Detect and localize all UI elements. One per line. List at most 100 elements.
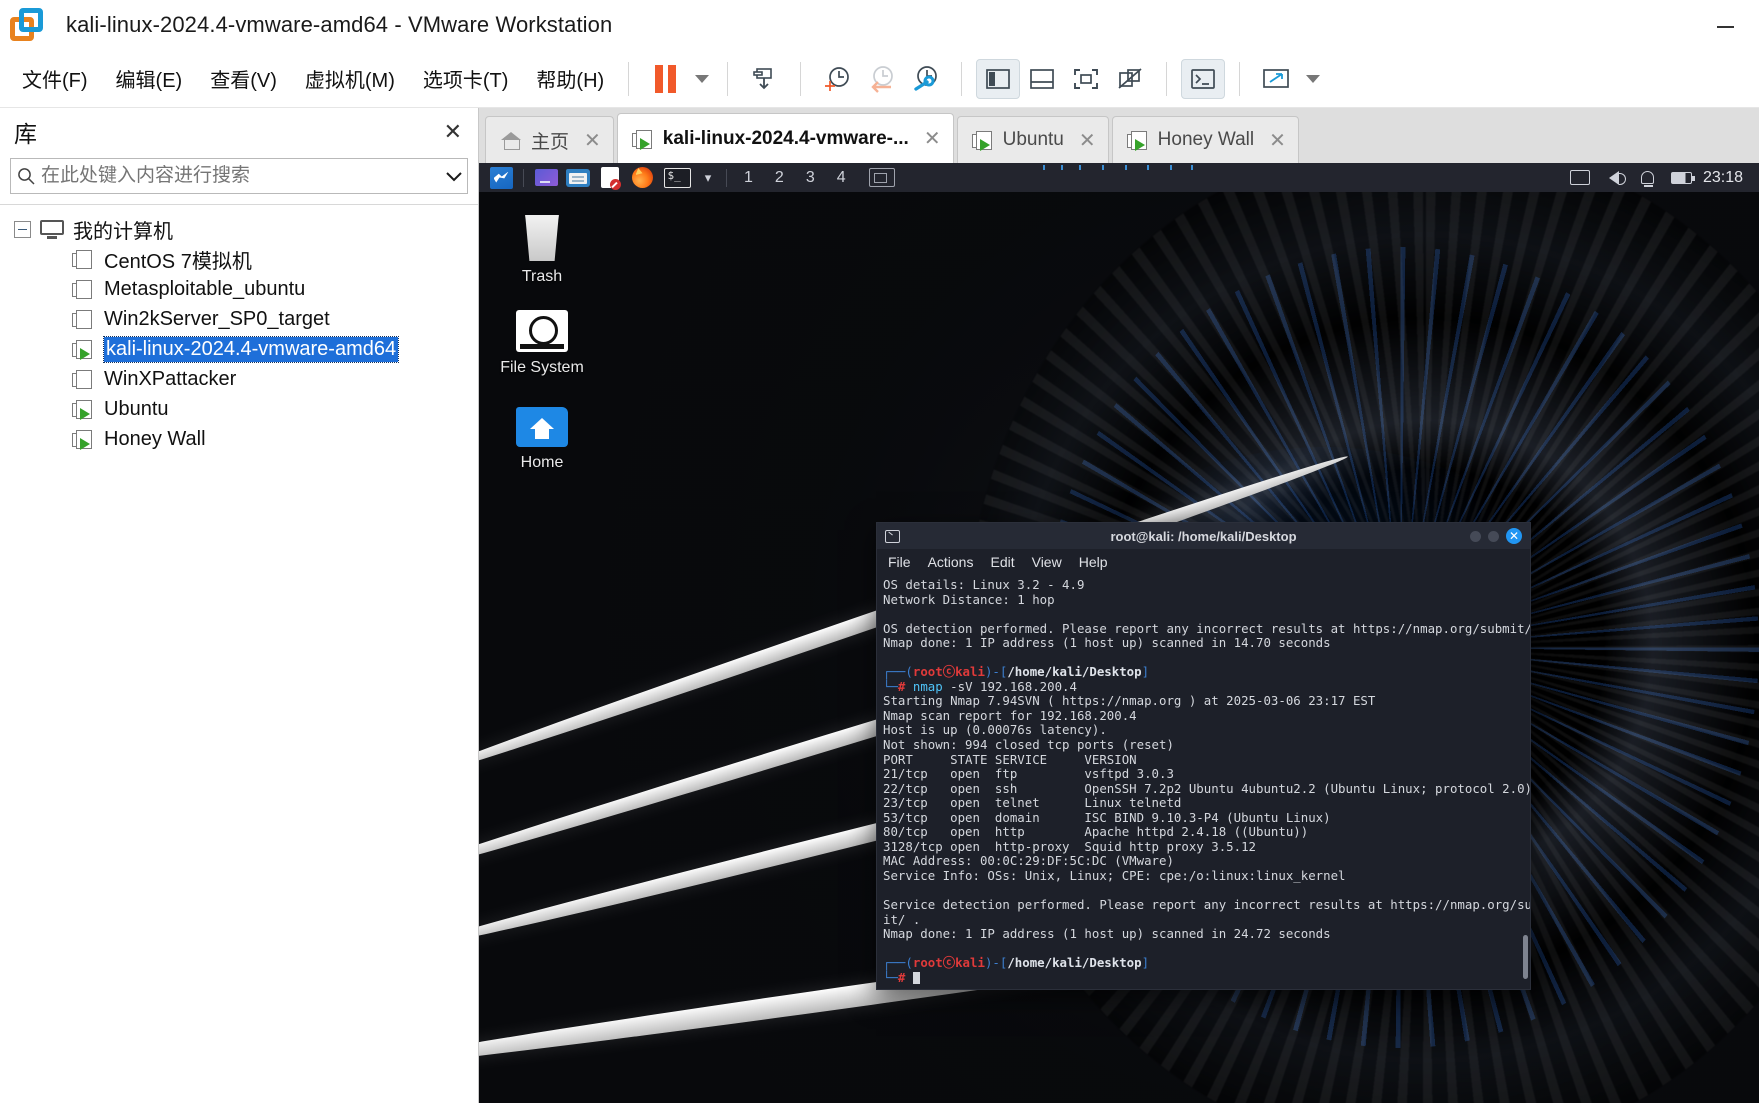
vm-item-kali-linux[interactable]: kali-linux-2024.4-vmware-amd64 xyxy=(0,334,478,364)
notifications-icon[interactable] xyxy=(1636,167,1660,189)
minimize-button[interactable] xyxy=(1717,14,1741,36)
terminal-title-bar[interactable]: root@kali: /home/kali/Desktop ✕ xyxy=(877,523,1530,549)
terminal-window[interactable]: root@kali: /home/kali/Desktop ✕ File Act… xyxy=(876,522,1531,990)
vm-item-win2kserver[interactable]: Win2kServer_SP0_target xyxy=(0,304,478,334)
show-library-button[interactable] xyxy=(976,58,1021,99)
tab-close-button[interactable]: ✕ xyxy=(584,128,601,153)
clock-wrench-icon xyxy=(914,65,938,91)
menu-file[interactable]: 文件(F) xyxy=(12,60,98,97)
chevron-down-icon xyxy=(695,74,710,83)
tab-label: kali-linux-2024.4-vmware-... xyxy=(662,127,909,149)
vm-item-label: Metasploitable_ubuntu xyxy=(104,277,306,300)
unity-off-icon xyxy=(1118,67,1142,89)
toolbar-separator xyxy=(727,61,729,96)
search-input[interactable] xyxy=(41,165,441,187)
tab-honey-wall[interactable]: Honey Wall ✕ xyxy=(1111,116,1299,163)
clock-back-icon xyxy=(871,65,894,93)
vm-item-label: kali-linux-2024.4-vmware-amd64 xyxy=(102,335,400,363)
tab-kali-linux[interactable]: kali-linux-2024.4-vmware-... ✕ xyxy=(616,113,954,163)
tab-close-button[interactable]: ✕ xyxy=(1079,128,1096,153)
terminal-maximize-button[interactable] xyxy=(1488,530,1499,542)
terminal-menubar: File Actions Edit View Help xyxy=(877,549,1530,574)
stretch-icon xyxy=(1263,68,1290,88)
menu-vm[interactable]: 虚拟机(M) xyxy=(295,60,405,97)
fullscreen-button[interactable] xyxy=(1064,59,1108,99)
firefox-icon[interactable] xyxy=(629,167,655,189)
terminal-icon xyxy=(885,529,900,543)
workspace-4[interactable]: 4 xyxy=(826,169,857,187)
workspace-2[interactable]: 2 xyxy=(764,169,795,187)
clock[interactable]: 23:18 xyxy=(1699,169,1753,187)
tree-root-my-computer[interactable]: 我的计算机 xyxy=(0,214,478,244)
collapse-toggle[interactable] xyxy=(14,220,31,238)
toolbar-separator xyxy=(1166,61,1168,96)
battery-icon[interactable] xyxy=(1670,167,1696,189)
tab-home[interactable]: 主页 ✕ xyxy=(485,116,614,163)
vm-item-metasploitable[interactable]: Metasploitable_ubuntu xyxy=(0,274,478,304)
terminal-scrollbar[interactable] xyxy=(1523,553,1528,979)
clock-plus-icon xyxy=(825,66,850,91)
display-icon[interactable] xyxy=(1568,167,1592,189)
kali-menu-icon[interactable] xyxy=(488,166,514,189)
menu-help[interactable]: 帮助(H) xyxy=(526,60,614,97)
suspend-button[interactable] xyxy=(643,59,687,99)
kali-desktop[interactable]: Trash File System Home root@kali: /home/… xyxy=(479,192,1759,1103)
menu-tabs[interactable]: 选项卡(T) xyxy=(413,60,519,97)
menu-view[interactable]: 查看(V) xyxy=(200,60,287,97)
library-tree: 我的计算机 CentOS 7模拟机 Metasploitable_ubuntu … xyxy=(0,204,478,1103)
terminal-menu-edit[interactable]: Edit xyxy=(990,554,1014,570)
stretch-button[interactable] xyxy=(1254,59,1298,99)
panel-activity-indicator xyxy=(1039,165,1199,170)
vm-item-winxpattacker[interactable]: WinXPattacker xyxy=(0,364,478,394)
library-search[interactable] xyxy=(10,158,468,194)
panel-left-icon xyxy=(986,68,1011,89)
manage-snapshots-button[interactable] xyxy=(903,59,947,99)
text-editor-icon[interactable] xyxy=(597,167,623,190)
desktop-icon-trash[interactable]: Trash xyxy=(494,215,590,286)
vm-item-centos[interactable]: CentOS 7模拟机 xyxy=(0,244,478,274)
tab-label: Ubuntu xyxy=(1002,129,1064,150)
terminal-menu-view[interactable]: View xyxy=(1032,554,1062,570)
terminal-menu-actions[interactable]: Actions xyxy=(928,554,974,570)
terminal-menu-file[interactable]: File xyxy=(888,554,911,570)
power-dropdown[interactable] xyxy=(687,59,713,99)
volume-icon[interactable] xyxy=(1602,167,1626,189)
show-console-button[interactable] xyxy=(1020,59,1064,99)
terminal-menu-help[interactable]: Help xyxy=(1079,554,1108,570)
terminal-icon[interactable] xyxy=(661,167,693,189)
tab-ubuntu[interactable]: Ubuntu ✕ xyxy=(956,116,1109,163)
desktop-icon-file-system[interactable]: File System xyxy=(494,310,590,377)
library-close-button[interactable]: ✕ xyxy=(444,121,462,143)
tab-close-button[interactable]: ✕ xyxy=(1269,128,1286,153)
take-snapshot-button[interactable] xyxy=(815,59,859,99)
chevron-down-icon[interactable] xyxy=(441,170,467,182)
terminal-output[interactable]: OS details: Linux 3.2 - 4.9 Network Dist… xyxy=(877,574,1530,989)
chevron-down-icon[interactable]: ▾ xyxy=(699,167,717,189)
file-manager-icon[interactable] xyxy=(565,167,591,189)
workspace-3[interactable]: 3 xyxy=(795,169,826,187)
vm-icon-running xyxy=(72,338,94,360)
vm-item-label: Honey Wall xyxy=(104,427,206,450)
vm-item-ubuntu[interactable]: Ubuntu xyxy=(0,394,478,424)
vm-icon xyxy=(1126,129,1149,151)
terminal-close-button[interactable]: ✕ xyxy=(1506,528,1522,544)
revert-snapshot-button[interactable] xyxy=(859,59,903,99)
window-task-icon[interactable] xyxy=(865,167,899,189)
workspace-1[interactable]: 1 xyxy=(733,169,764,187)
stretch-dropdown[interactable] xyxy=(1298,59,1324,99)
terminal-minimize-button[interactable] xyxy=(1470,530,1481,542)
vm-icon xyxy=(72,278,94,300)
console-view-button[interactable] xyxy=(1181,58,1226,99)
snapshot-manager-button[interactable] xyxy=(742,59,786,99)
vm-item-honey-wall[interactable]: Honey Wall xyxy=(0,424,478,454)
tab-close-button[interactable]: ✕ xyxy=(924,126,941,151)
menu-edit[interactable]: 编辑(E) xyxy=(106,60,193,97)
desktop-icon-home[interactable]: Home xyxy=(494,407,590,472)
snapshot-icon xyxy=(753,67,772,89)
vm-console[interactable]: ▾ 1 2 3 4 23:18 xyxy=(479,163,1759,1103)
unity-button[interactable] xyxy=(1108,59,1152,99)
show-desktop-icon[interactable] xyxy=(533,167,559,189)
window-title: kali-linux-2024.4-vmware-amd64 - VMware … xyxy=(66,12,613,37)
vm-item-label: Win2kServer_SP0_target xyxy=(104,307,330,330)
home-folder-icon xyxy=(516,407,568,447)
